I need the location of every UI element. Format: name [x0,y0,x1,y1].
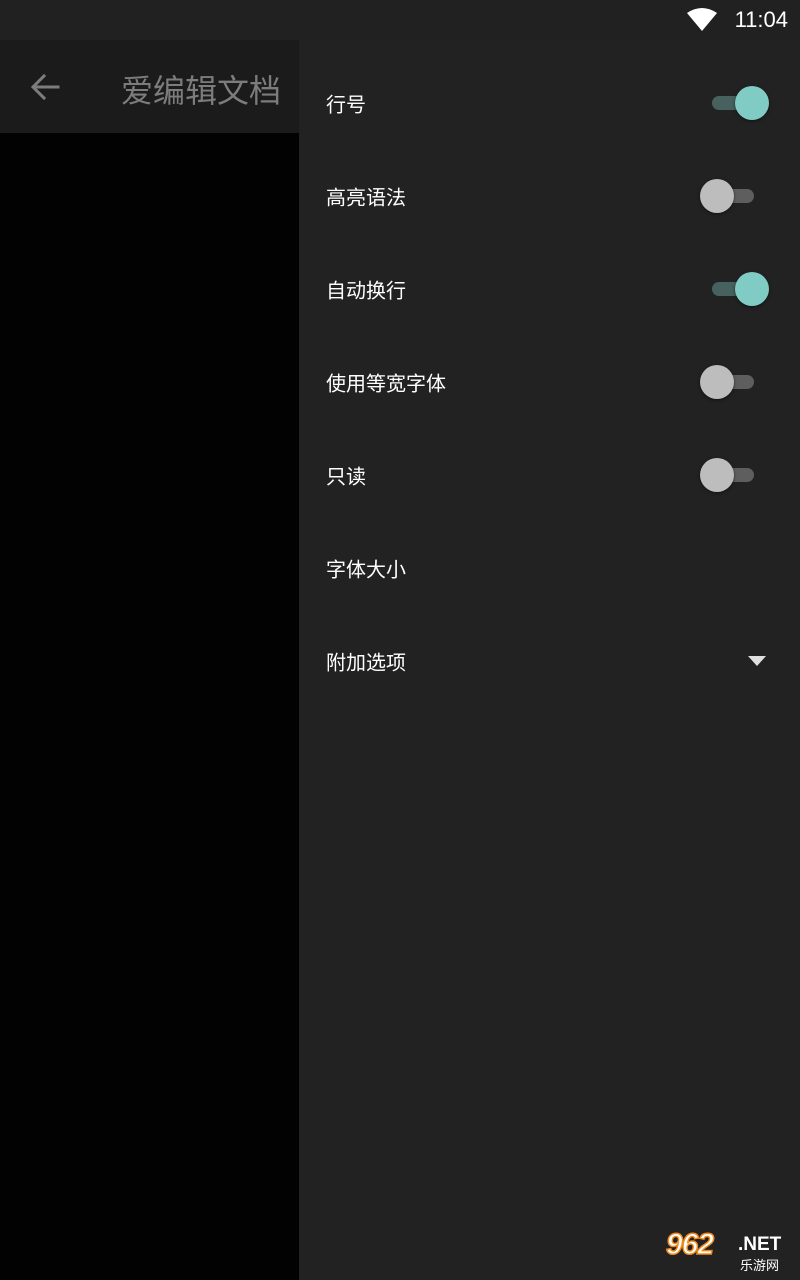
monospace-font-switch[interactable] [699,364,769,400]
setting-line-numbers[interactable]: 行号 [299,56,800,149]
word-wrap-switch[interactable] [699,271,769,307]
syntax-highlight-switch[interactable] [699,178,769,214]
line-numbers-switch[interactable] [699,85,769,121]
setting-label: 附加选项 [326,650,406,674]
setting-extra-options[interactable]: 附加选项 [299,614,800,707]
page-title: 爱编辑文档 [121,72,282,110]
setting-label: 自动换行 [326,278,406,302]
switch-thumb [735,271,769,306]
wifi-icon [687,8,717,31]
switch-thumb [735,85,769,120]
switch-thumb [700,178,734,213]
document-area[interactable] [0,133,300,1280]
switch-thumb [700,457,734,492]
setting-word-wrap[interactable]: 自动换行 [299,242,800,335]
setting-monospace-font[interactable]: 使用等宽字体 [299,335,800,428]
setting-label: 只读 [326,464,366,488]
setting-font-size[interactable]: 字体大小 [299,521,800,614]
watermark-domain: .NET [738,1234,782,1255]
setting-label: 字体大小 [326,557,406,581]
read-only-switch[interactable] [699,457,769,493]
app-bar: 爱编辑文档 [0,40,300,133]
setting-syntax-highlight[interactable]: 高亮语法 [299,149,800,242]
watermark-subtitle: 乐游网 [740,1259,780,1274]
setting-label: 行号 [326,92,366,116]
setting-read-only[interactable]: 只读 [299,428,800,521]
arrow-back-icon[interactable] [28,70,62,104]
triangle-down-icon[interactable] [748,655,766,666]
watermark-logo: 962 .NET 乐游网 [660,1227,794,1274]
setting-label: 高亮语法 [326,185,406,209]
settings-drawer: 行号 高亮语法 自动换行 使用等宽字体 只读 字体大小 附加选项 [299,40,800,1280]
watermark-number: 962 [665,1227,715,1262]
status-bar: 11:04 [0,0,800,40]
status-time: 11:04 [734,7,788,32]
setting-label: 使用等宽字体 [326,371,446,395]
switch-thumb [700,364,734,399]
